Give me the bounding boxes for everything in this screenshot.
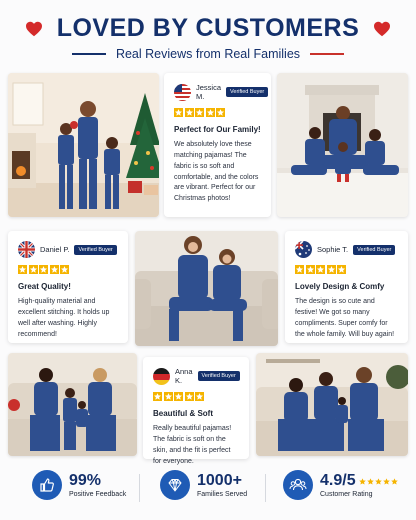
diamond-icon	[160, 470, 190, 500]
star-icon	[60, 265, 69, 274]
photo-christmas-family	[8, 73, 159, 217]
reviewer-name: Anna K.	[175, 367, 193, 385]
stat-value: 99%	[69, 472, 102, 489]
star-icon	[18, 265, 27, 274]
star-icon	[358, 477, 366, 485]
review-body: We absolutely love these matching pajama…	[174, 141, 259, 203]
star-icon	[337, 265, 346, 274]
star-icon	[174, 392, 183, 401]
star-icon	[163, 392, 173, 401]
reviewer-row: Anna K. Verified Buyer	[153, 367, 240, 385]
uk-flag-icon	[18, 241, 35, 258]
stat-label: Positive Feedback	[69, 491, 127, 498]
stat-label: Families Served	[197, 491, 248, 498]
thumbs-up-icon	[32, 470, 62, 500]
reviewer-row: Sophie T. Verified Buyer	[295, 241, 398, 258]
us-flag-icon	[174, 83, 191, 101]
review-title: Beautiful & Soft	[153, 409, 213, 418]
heart-icon	[374, 21, 391, 36]
star-rating	[295, 265, 398, 274]
photo-sofa-group	[8, 353, 137, 456]
review-body: The design is so cute and festive! We go…	[295, 298, 395, 338]
star-icon	[28, 265, 38, 274]
subtitle-row: Real Reviews from Real Families	[0, 47, 416, 61]
stat-text: 4.9/5 Customer Rating	[320, 472, 398, 498]
star-rating	[174, 108, 261, 117]
review-card: Jessica M. Verified Buyer Perfect for Ou…	[164, 73, 271, 217]
page-subtitle: Real Reviews from Real Families	[115, 47, 301, 61]
star-icon	[205, 108, 215, 117]
rating-row: 4.9/5	[320, 472, 398, 490]
divider	[71, 53, 106, 55]
star-icon	[216, 108, 225, 117]
stat-value: 1000+	[197, 472, 242, 489]
star-icon	[49, 265, 59, 274]
star-icon	[39, 265, 48, 274]
photo-fireplace-family	[277, 73, 408, 217]
stat-label: Customer Rating	[320, 491, 373, 498]
star-icon	[305, 265, 315, 274]
review-title: Lovely Design & Comfy	[295, 282, 385, 291]
review-title: Perfect for Our Family!	[174, 125, 261, 134]
heart-icon	[25, 21, 42, 36]
divider	[310, 53, 345, 55]
star-rating	[358, 477, 398, 485]
verified-badge: Verified Buyer	[197, 371, 240, 381]
review-title: Great Quality!	[18, 282, 71, 291]
divider	[139, 474, 140, 502]
star-icon	[382, 477, 390, 485]
star-icon	[366, 477, 374, 485]
star-icon	[390, 477, 398, 485]
star-icon	[195, 108, 204, 117]
star-rating	[153, 392, 239, 401]
stat-text: 1000+ Families Served	[197, 472, 247, 498]
divider	[265, 474, 266, 502]
stat-families-served: 1000+ Families Served	[160, 470, 247, 500]
verified-badge: Verified Buyer	[74, 244, 117, 255]
photo-sofa-duo	[135, 231, 278, 346]
stat-positive-feedback: 99% Positive Feedback	[32, 470, 126, 500]
star-icon	[174, 108, 183, 117]
review-card: Sophie T. Verified Buyer Lovely Design &…	[285, 231, 408, 343]
people-icon	[283, 470, 313, 500]
au-flag-icon	[295, 241, 312, 258]
star-icon	[153, 392, 162, 401]
star-icon	[184, 108, 194, 117]
stat-value: 4.9/5	[320, 472, 356, 489]
stats-bar: 99% Positive Feedback 1000+ Families Ser…	[0, 466, 416, 512]
reviewer-row: Daniel P. Verified Buyer	[18, 241, 118, 258]
verified-badge: Verified Buyer	[353, 244, 396, 255]
reviewer-row: Jessica M. Verified Buyer	[174, 83, 269, 101]
star-icon	[295, 265, 304, 274]
reviewer-name: Jessica M.	[196, 83, 222, 101]
star-rating	[18, 265, 118, 274]
title-row: LOVED BY CUSTOMERS	[0, 14, 416, 43]
page: LOVED BY CUSTOMERS Real Reviews from Rea…	[0, 0, 416, 520]
review-card: Daniel P. Verified Buyer Great Quality! …	[8, 231, 128, 343]
star-icon	[374, 477, 382, 485]
review-body: High-quality material and excellent stit…	[18, 298, 110, 338]
photo-sofa-family-right	[256, 353, 408, 456]
stat-customer-rating: 4.9/5 Customer Rating	[283, 470, 398, 500]
star-icon	[195, 392, 204, 401]
page-title: LOVED BY CUSTOMERS	[56, 14, 360, 42]
verified-badge: Verified Buyer	[226, 87, 269, 97]
stat-text: 99% Positive Feedback	[69, 472, 126, 498]
star-icon	[326, 265, 336, 274]
header: LOVED BY CUSTOMERS Real Reviews from Rea…	[0, 14, 416, 61]
reviewer-name: Daniel P.	[40, 245, 70, 254]
review-card: Anna K. Verified Buyer Beautiful & Soft …	[143, 357, 249, 465]
review-body: Really beautiful pajamas! The fabric is …	[153, 425, 232, 465]
star-icon	[316, 265, 325, 274]
star-icon	[184, 392, 194, 401]
reviewer-name: Sophie T.	[317, 245, 349, 254]
de-flag-icon	[153, 367, 170, 385]
